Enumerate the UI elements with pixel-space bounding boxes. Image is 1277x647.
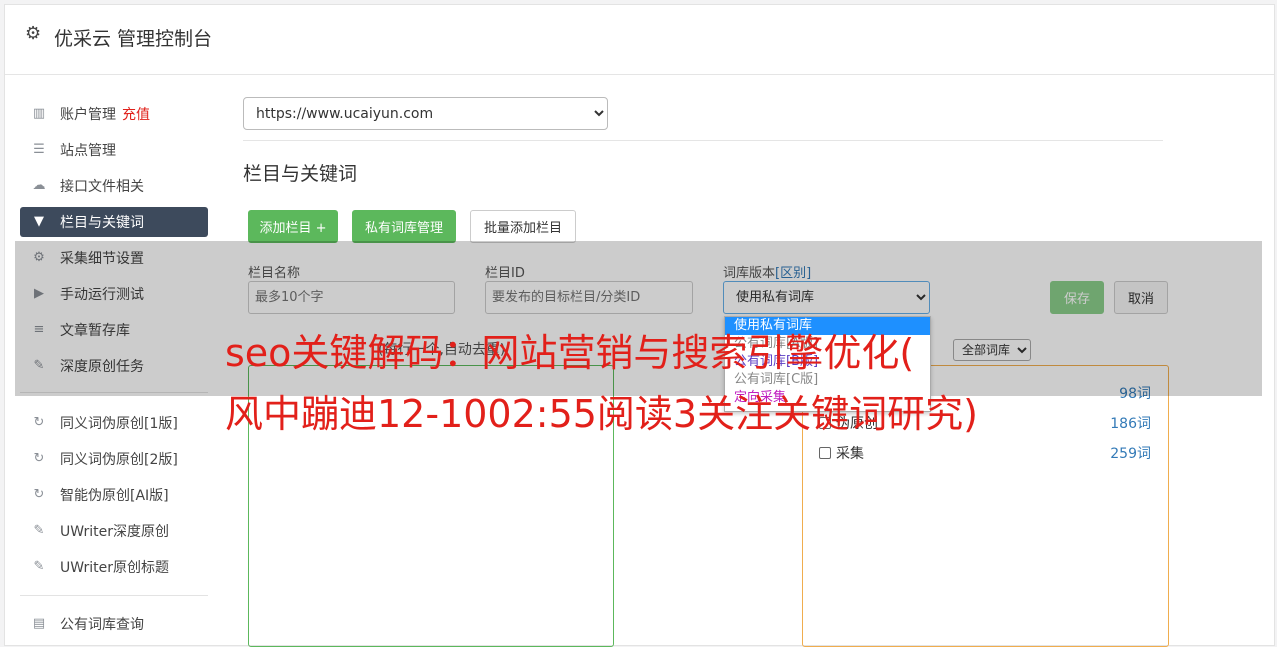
library-count[interactable]: 186词 <box>1110 413 1151 433</box>
section-divider <box>243 140 1163 141</box>
sidebar-item-label: 接口文件相关 <box>60 179 144 195</box>
sidebar-item-synonym-v1[interactable]: ↻ 同义词伪原创[1版] <box>20 408 208 438</box>
sidebar-item-uwriter-deep[interactable]: ✎ UWriter深度原创 <box>20 516 208 546</box>
column-id-label: 栏目ID <box>485 266 525 281</box>
library-version-select[interactable]: 使用私有词库 <box>723 281 930 314</box>
column-name-label: 栏目名称 <box>248 266 301 281</box>
sidebar-item-label: 采集细节设置 <box>60 251 144 267</box>
recharge-link[interactable]: 充值 <box>122 104 150 124</box>
library-checkbox[interactable] <box>819 447 831 459</box>
page-title: 优采云 管理控制台 <box>54 28 213 50</box>
library-name: 采集 <box>836 446 864 462</box>
library-version-label: 词库版本[区别] <box>723 262 811 281</box>
sidebar-item-account[interactable]: ▥ 账户管理 充值 <box>20 99 208 129</box>
library-row[interactable]: 采集 259词 <box>819 443 1151 463</box>
sidebar-item-label: 站点管理 <box>60 143 116 159</box>
bar-chart-icon: ▥ <box>32 106 46 121</box>
library-filter-select[interactable]: 全部词库 <box>953 339 1031 361</box>
sidebar-divider <box>20 392 208 393</box>
refresh-icon: ↻ <box>33 487 45 502</box>
gears-icon: ⚙ <box>33 250 45 265</box>
library-count[interactable]: 259词 <box>1110 443 1151 463</box>
database-icon: ≡ <box>33 322 45 337</box>
section-title: 栏目与关键词 <box>243 163 358 185</box>
server-icon: ☰ <box>33 142 45 157</box>
cloud-upload-icon: ☁ <box>32 178 46 193</box>
sidebar-item-label: UWriter深度原创 <box>60 524 169 540</box>
book-icon: ▤ <box>32 616 46 631</box>
add-column-button[interactable]: 添加栏目 + <box>248 210 338 243</box>
column-id-input[interactable] <box>485 281 693 314</box>
sidebar-item-columns-keywords[interactable]: ▼ 栏目与关键词 <box>20 207 208 237</box>
filter-icon: ▼ <box>34 214 44 229</box>
watermark-line-2: 风中蹦迪12-1002:55阅读3关注关键词研究) <box>225 392 978 436</box>
sidebar-item-label: 深度原创任务 <box>60 359 144 375</box>
private-library-button[interactable]: 私有词库管理 <box>352 210 456 243</box>
site-select[interactable]: https://www.ucaiyun.com <box>243 97 608 130</box>
sidebar-item-label: 公有词库查询 <box>60 617 144 633</box>
sidebar-item-article-store[interactable]: ≡ 文章暂存库 <box>20 315 208 345</box>
sidebar-divider <box>20 595 208 596</box>
sidebar-item-label: 同义词伪原创[2版] <box>60 452 178 468</box>
sidebar-item-label: 智能伪原创[AI版] <box>60 488 169 504</box>
sidebar-item-label: 账户管理 <box>60 107 116 123</box>
save-button[interactable]: 保存 <box>1050 281 1104 314</box>
sidebar-item-label: 手动运行测试 <box>60 287 144 303</box>
edit-icon: ✎ <box>33 358 45 373</box>
sidebar-item-uwriter-title[interactable]: ✎ UWriter原创标题 <box>20 552 208 582</box>
cancel-button[interactable]: 取消 <box>1114 281 1168 314</box>
sidebar-item-label: 文章暂存库 <box>60 323 130 339</box>
refresh-icon: ↻ <box>33 451 45 466</box>
sidebar-item-ai-rewrite[interactable]: ↻ 智能伪原创[AI版] <box>20 480 208 510</box>
edit-icon: ✎ <box>33 523 45 538</box>
sidebar-item-label: 栏目与关键词 <box>60 215 144 231</box>
library-version-text: 词库版本 <box>723 266 776 281</box>
sidebar-item-label: UWriter原创标题 <box>60 560 169 576</box>
sidebar-item-api-files[interactable]: ☁ 接口文件相关 <box>20 171 208 201</box>
batch-add-column-button[interactable]: 批量添加栏目 <box>470 210 576 243</box>
difference-link[interactable]: [区别] <box>775 266 811 281</box>
edit-icon: ✎ <box>33 559 45 574</box>
gear-icon: ⚙ <box>25 23 42 44</box>
sidebar-item-manual-run[interactable]: ▶ 手动运行测试 <box>20 279 208 309</box>
page-header: ⚙ 优采云 管理控制台 <box>5 5 1274 75</box>
play-circle-icon: ▶ <box>34 286 44 301</box>
sidebar-item-synonym-v2[interactable]: ↻ 同义词伪原创[2版] <box>20 444 208 474</box>
sidebar-item-sites[interactable]: ☰ 站点管理 <box>20 135 208 165</box>
refresh-icon: ↻ <box>33 415 45 430</box>
sidebar-item-collect-settings[interactable]: ⚙ 采集细节设置 <box>20 243 208 273</box>
sidebar-item-deep-original[interactable]: ✎ 深度原创任务 <box>20 351 208 381</box>
column-name-input[interactable] <box>248 281 455 314</box>
sidebar-item-public-lib-query[interactable]: ▤ 公有词库查询 <box>20 609 208 639</box>
sidebar-item-label: 同义词伪原创[1版] <box>60 416 178 432</box>
library-count[interactable]: 98词 <box>1119 383 1151 403</box>
watermark-line-1: seo关键解码：网站营销与搜索引擎优化( <box>225 331 915 375</box>
sidebar: ▥ 账户管理 充值 ☰ 站点管理 ☁ 接口文件相关 ▼ 栏目与关键词 ⚙ 采集细… <box>0 70 230 640</box>
